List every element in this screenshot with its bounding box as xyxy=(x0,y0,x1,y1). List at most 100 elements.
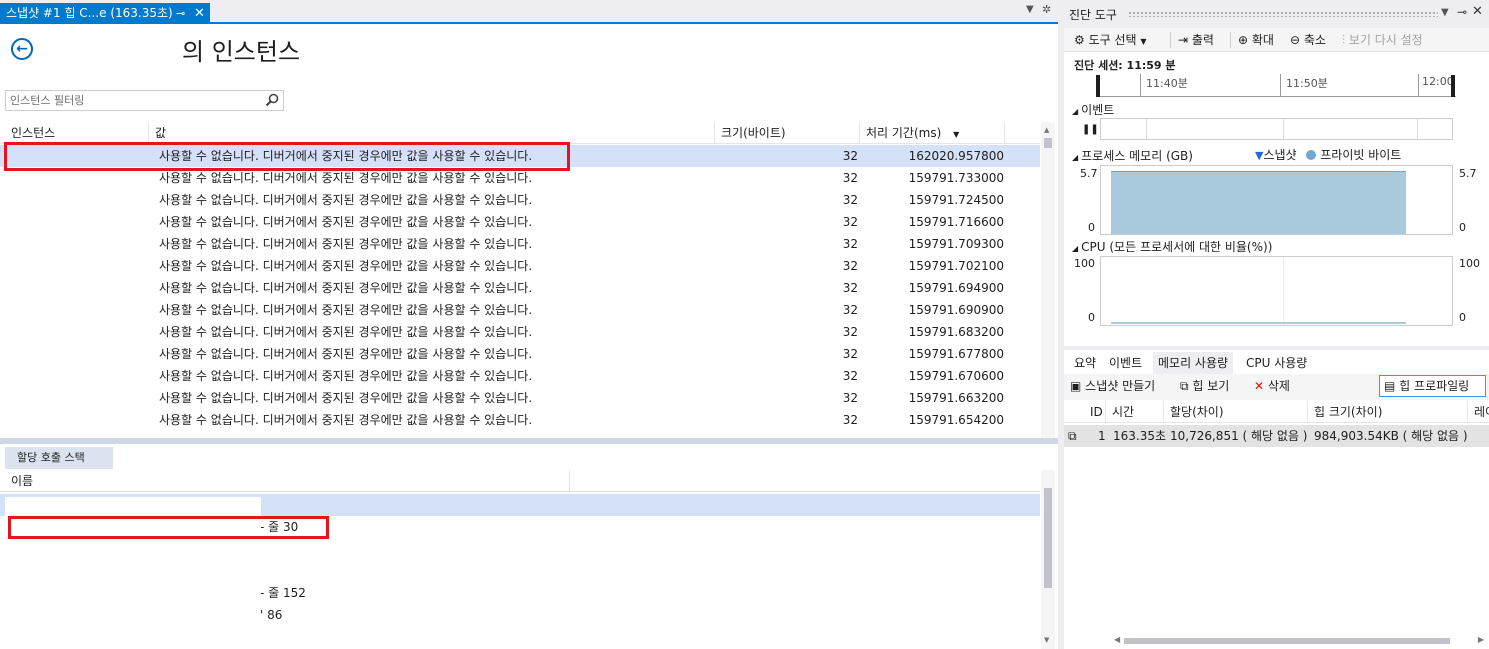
column-header-instance[interactable]: 인스턴스 xyxy=(5,122,149,144)
select-tools-button[interactable]: ⚙ 도구 선택 ▼ xyxy=(1074,31,1147,49)
value-cell: 사용할 수 없습니다. 디버거에서 중지된 경우에만 값을 사용할 수 있습니다… xyxy=(159,237,533,251)
session-timeline-ruler[interactable]: 11:40분 11:50분 12:00 xyxy=(1096,74,1456,97)
table-row[interactable]: <0x000001D516182사용할 수 없습니다. 디버거에서 중지된 경우… xyxy=(0,387,1040,409)
reset-view-button[interactable]: ⫶ 보기 다시 설정 xyxy=(1342,31,1423,49)
pin-icon[interactable]: ⊸ xyxy=(176,3,185,24)
delete-x-icon: ✕ xyxy=(1254,379,1265,393)
table-row[interactable]: <0x000001D516181사용할 수 없습니다. 디버거에서 중지된 경우… xyxy=(0,255,1040,277)
snapshot-table-header: ID 시간 할당(차이) 힙 크기(차이) 레이 xyxy=(1064,401,1489,423)
size-cell: 32 xyxy=(842,149,858,163)
tab-list-dropdown-icon[interactable]: ▼ xyxy=(1026,4,1034,15)
diagnostic-session-duration: 진단 세션: 11:59 분 xyxy=(1074,59,1176,72)
size-cell: 32 xyxy=(842,215,858,229)
snapshot-row[interactable]: ⧉ 1 163.35초 10,726,851 ( 해당 없음 ) 984,903… xyxy=(1064,425,1489,447)
grid-line xyxy=(1283,257,1284,325)
chevron-down-icon: ▼ xyxy=(1140,37,1147,46)
value-cell: 사용할 수 없습니다. 디버거에서 중지된 경우에만 값을 사용할 수 있습니다… xyxy=(159,369,533,383)
zoom-in-button[interactable]: ⊕ 확대 xyxy=(1238,31,1274,49)
output-icon: ⇥ xyxy=(1178,33,1189,47)
duration-cell: 159791.716600 xyxy=(908,215,1004,229)
back-arrow-icon[interactable]: ← xyxy=(11,38,33,60)
column-header-size[interactable]: 크기(바이트) xyxy=(715,122,860,144)
events-section-header[interactable]: ◢ 이벤트 xyxy=(1072,101,1114,118)
scroll-up-icon[interactable]: ▲ xyxy=(1044,126,1049,134)
tab-cpu-usage[interactable]: CPU 사용량 xyxy=(1241,352,1312,374)
grid-line xyxy=(1283,119,1284,139)
window-menu-icon[interactable]: ▼ xyxy=(1441,7,1449,18)
column-header-name[interactable]: 이름 xyxy=(5,470,570,492)
table-row[interactable]: <0x000001D516182사용할 수 없습니다. 디버거에서 중지된 경우… xyxy=(0,233,1040,255)
close-icon[interactable]: ✕ xyxy=(194,3,205,24)
take-snapshot-button[interactable]: ▣ 스냅샷 만들기 xyxy=(1070,377,1155,395)
tab-events[interactable]: 이벤트 xyxy=(1104,352,1147,374)
document-tab-snapshot[interactable]: 스냅샷 #1 힙 C...e (163.35초) ⊸ ✕ xyxy=(0,3,210,24)
frame-line-text: ' 86 xyxy=(260,608,283,622)
column-header-allocations[interactable]: 할당(차이) xyxy=(1164,401,1308,423)
scroll-down-icon[interactable]: ▼ xyxy=(1044,636,1049,644)
output-button[interactable]: ⇥ 출력 xyxy=(1178,31,1214,49)
take-snapshot-label: 스냅샷 만들기 xyxy=(1085,379,1156,393)
gear-icon[interactable]: ✲ xyxy=(1042,3,1051,16)
timeline-label: 11:40분 xyxy=(1146,77,1188,90)
memory-legend: ▼스냅샷 프라이빗 바이트 xyxy=(1255,146,1401,163)
column-header-overflow[interactable]: 레이 xyxy=(1468,401,1489,423)
table-row[interactable]: <0x000001D51618(사용할 수 없습니다. 디버거에서 중지된 경우… xyxy=(0,365,1040,387)
scrollbar-thumb[interactable] xyxy=(1124,638,1450,644)
timeline-end-marker[interactable] xyxy=(1451,75,1455,97)
instance-filter-box[interactable] xyxy=(5,90,284,111)
memory-section-title: 프로세스 메모리 (GB) xyxy=(1081,149,1193,163)
column-header-value[interactable]: 값 xyxy=(149,122,715,144)
column-header-heap-size[interactable]: 힙 크기(차이) xyxy=(1308,401,1468,423)
diag-splitter[interactable] xyxy=(1064,346,1489,350)
timeline-start-marker[interactable] xyxy=(1096,75,1100,97)
horizontal-splitter[interactable] xyxy=(0,438,1058,444)
table-row[interactable]: <0x000001D516182사용할 수 없습니다. 디버거에서 중지된 경우… xyxy=(0,211,1040,233)
search-icon[interactable] xyxy=(264,92,280,108)
column-header-duration[interactable]: 처리 기간(ms) ▼ xyxy=(860,122,1005,144)
size-cell: 32 xyxy=(842,413,858,427)
memory-section-header[interactable]: ◢ 프로세스 메모리 (GB) xyxy=(1072,147,1193,164)
tab-allocation-call-stack[interactable]: 할당 호출 스택 xyxy=(5,447,113,469)
instance-filter-input[interactable] xyxy=(6,91,261,110)
scrollbar-thumb[interactable] xyxy=(1044,138,1052,148)
view-heap-button[interactable]: ⧉ 힙 보기 xyxy=(1180,377,1229,395)
snapshot-allocations-link[interactable]: 10,726,851 ( 해당 없음 ) xyxy=(1170,425,1308,447)
pause-icon[interactable]: ❚❚ xyxy=(1082,124,1099,135)
table-row[interactable]: <0x000001D516181.사용할 수 없습니다. 디버거에서 중지된 경… xyxy=(0,409,1040,431)
scrollbar-thumb[interactable] xyxy=(1044,488,1052,588)
process-memory-chart[interactable] xyxy=(1100,165,1453,235)
table-row[interactable]: <0x000001D516181.사용할 수 없습니다. 디버거에서 중지된 경… xyxy=(0,343,1040,365)
snapshot-horizontal-scrollbar[interactable]: ◀ ▶ xyxy=(1114,634,1484,648)
zoom-out-button[interactable]: ⊖ 축소 xyxy=(1290,31,1326,49)
events-track[interactable] xyxy=(1100,118,1453,140)
table-row[interactable]: <0x000001D516181사용할 수 없습니다. 디버거에서 중지된 경우… xyxy=(0,321,1040,343)
memory-y-min-right: 0 xyxy=(1459,221,1466,234)
instances-vertical-scrollbar[interactable]: ▲ xyxy=(1041,122,1055,438)
call-stack-vertical-scrollbar[interactable]: ▼ xyxy=(1041,470,1055,649)
size-cell: 32 xyxy=(842,303,858,317)
cpu-section-header[interactable]: ◢ CPU (모든 프로세서에 대한 비율(%)) xyxy=(1072,238,1272,255)
snapshot-icon: ⧉ xyxy=(1068,429,1077,443)
table-row[interactable]: <0x000001D516182사용할 수 없습니다. 디버거에서 중지된 경우… xyxy=(0,277,1040,299)
tab-memory-usage[interactable]: 메모리 사용량 xyxy=(1153,352,1234,374)
tab-summary[interactable]: 요약 xyxy=(1069,352,1101,374)
scroll-right-icon[interactable]: ▶ xyxy=(1478,635,1484,644)
annotation-highlight-row xyxy=(4,142,570,171)
memory-y-max-right: 5.7 xyxy=(1459,167,1477,180)
table-row[interactable]: <0x000001D516182사용할 수 없습니다. 디버거에서 중지된 경우… xyxy=(0,189,1040,211)
heap-profiling-toggle[interactable]: ▤ 힙 프로파일링 xyxy=(1379,375,1486,397)
drag-grip[interactable] xyxy=(1128,11,1438,17)
snapshot-heap-size-link[interactable]: 984,903.54KB ( 해당 없음 ) xyxy=(1314,425,1468,447)
close-icon[interactable]: ✕ xyxy=(1472,4,1483,19)
column-header-id[interactable]: ID xyxy=(1084,401,1106,423)
value-cell: 사용할 수 없습니다. 디버거에서 중지된 경우에만 값을 사용할 수 있습니다… xyxy=(159,303,533,317)
private-bytes-legend-icon xyxy=(1306,150,1317,160)
page-title: 의 인스턴스 xyxy=(182,38,301,66)
delete-button[interactable]: ✕ 삭제 xyxy=(1254,377,1290,395)
scroll-left-icon[interactable]: ◀ xyxy=(1114,635,1120,644)
column-header-time[interactable]: 시간 xyxy=(1106,401,1164,423)
pin-icon[interactable]: ⊸ xyxy=(1457,5,1467,19)
table-row[interactable]: <0x000001D516181사용할 수 없습니다. 디버거에서 중지된 경우… xyxy=(0,299,1040,321)
cpu-usage-chart[interactable] xyxy=(1100,256,1453,326)
zoom-in-label: 확대 xyxy=(1251,33,1274,47)
